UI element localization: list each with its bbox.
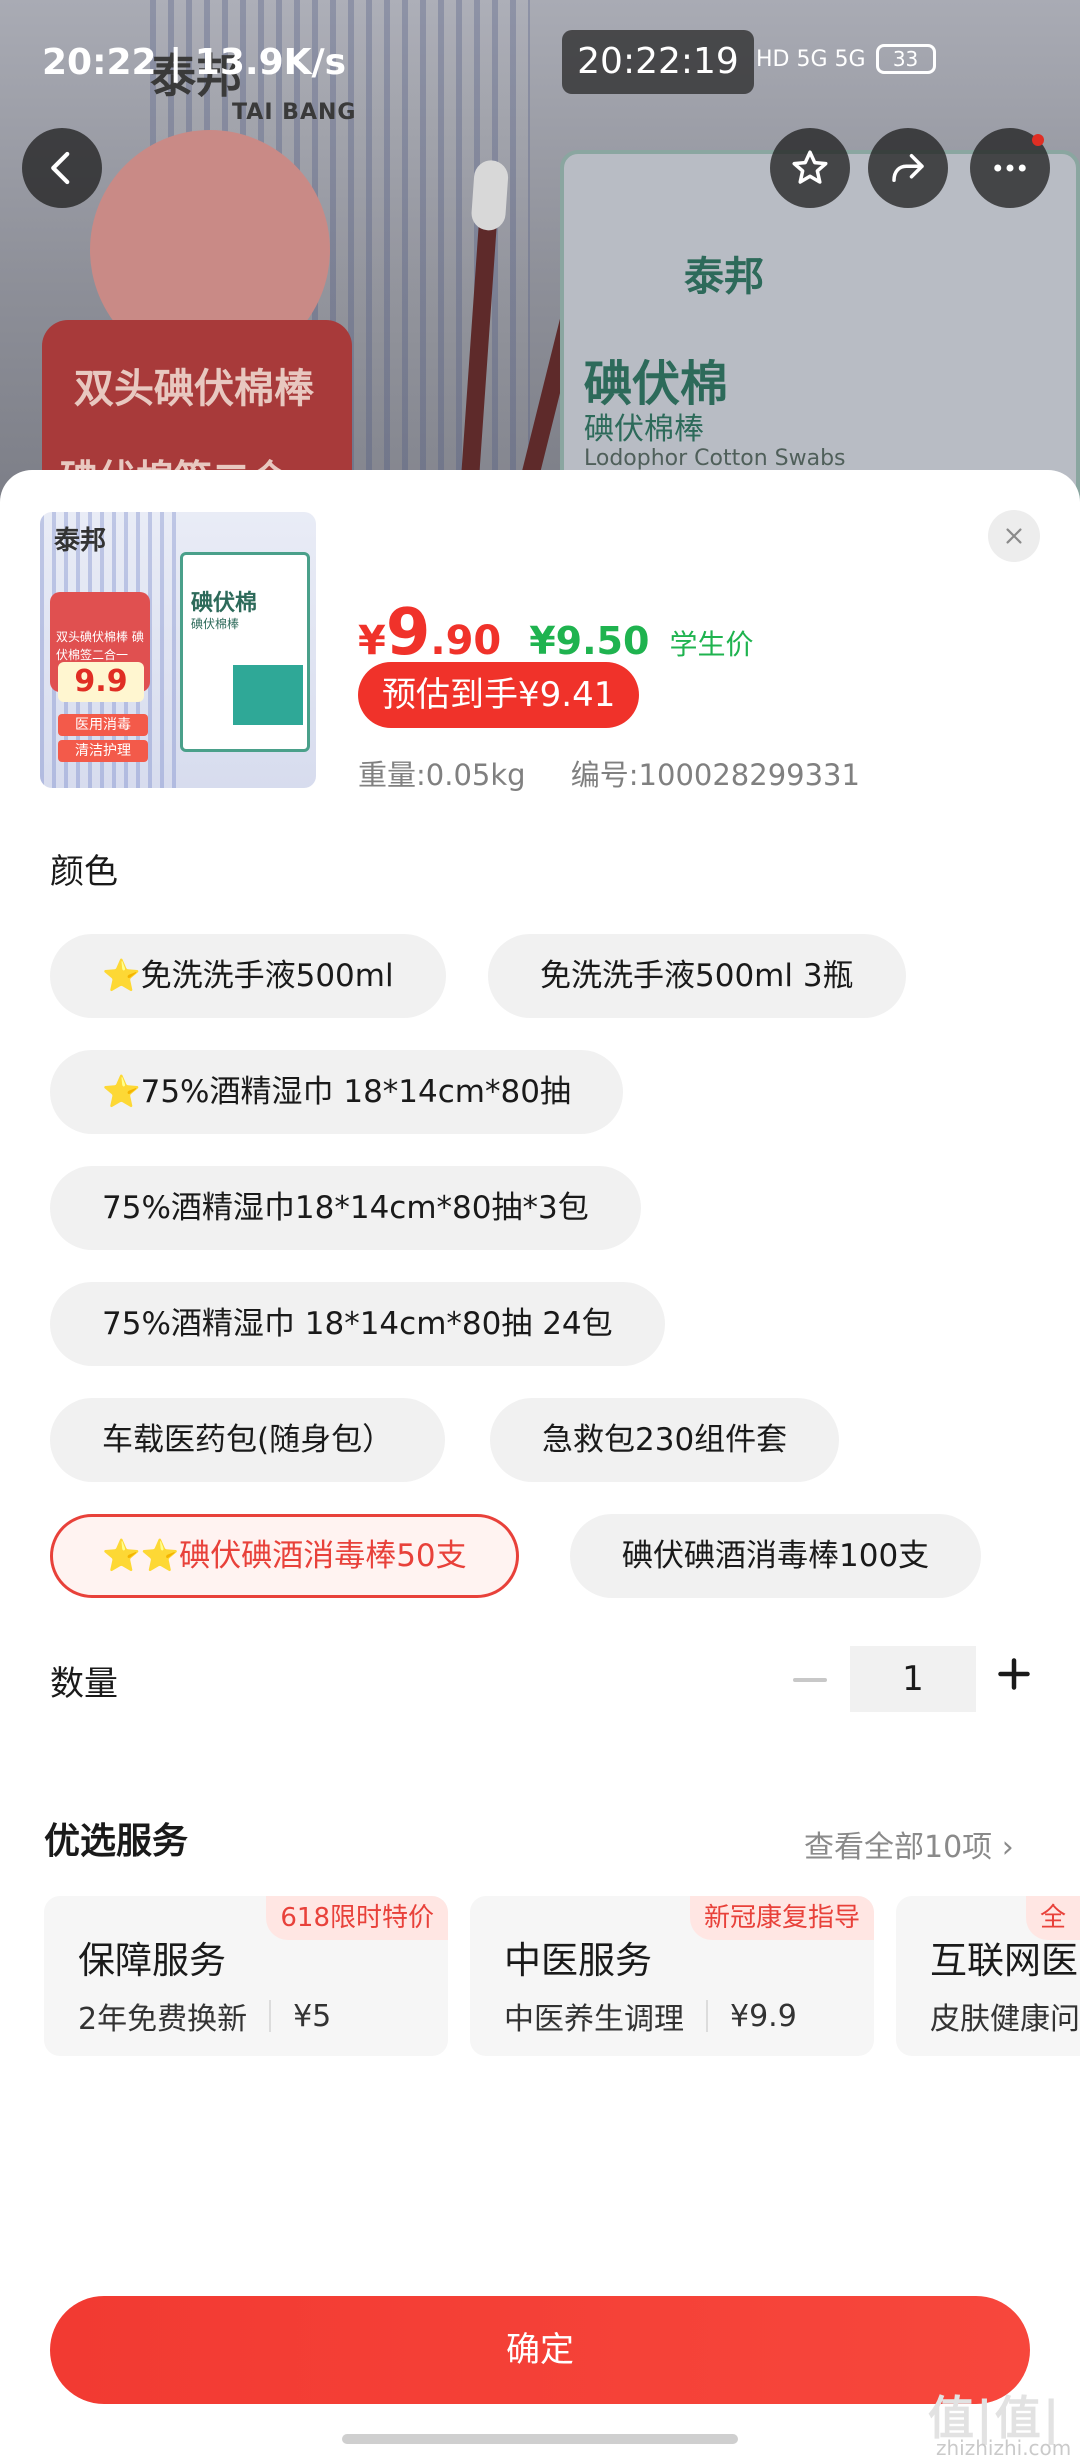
- product-thumbnail: 泰邦 碘伏棉 碘伏棉棒 双头碘伏棉棒 碘伏棉签二合一 9.9 医用消毒 清洁护理: [40, 512, 316, 788]
- home-indicator[interactable]: [342, 2434, 738, 2444]
- service-desc-row: 皮肤健康问: [930, 1994, 1080, 2038]
- thumbnail-price: 9.9: [58, 662, 144, 702]
- color-option[interactable]: ⭐75%酒精湿巾 18*14cm*80抽: [50, 1050, 623, 1134]
- color-option-label: 急救包230组件套: [542, 1422, 788, 1458]
- services-view-all-link[interactable]: 查看全部10项 ›: [804, 1822, 1014, 1866]
- divider: [706, 2000, 708, 2032]
- star-icon: ⭐⭐: [102, 1538, 180, 1574]
- more-button[interactable]: [970, 128, 1050, 208]
- service-desc: 中医养生调理: [504, 2002, 684, 2037]
- close-icon: [1006, 528, 1022, 544]
- thumbnail-banner-text: 双头碘伏棉棒 碘伏棉签二合一: [56, 630, 144, 662]
- thumbnail-brand: 泰邦: [54, 526, 107, 556]
- color-option[interactable]: 碘伏碘酒消毒棒100支: [570, 1514, 982, 1598]
- thumbnail-box: 碘伏棉 碘伏棉棒: [180, 552, 310, 752]
- student-price: ¥9.50: [529, 619, 650, 663]
- chevron-left-icon: [51, 151, 70, 185]
- color-option-label: 75%酒精湿巾 18*14cm*80抽 24包: [102, 1306, 613, 1342]
- color-option-label: 免洗洗手液500ml: [140, 958, 394, 994]
- background-box-sub: 碘伏棉棒: [584, 412, 704, 447]
- service-name: 中医服务: [504, 1939, 652, 1982]
- color-section-title: 颜色: [50, 852, 118, 892]
- price-integer: 9: [385, 596, 431, 670]
- service-desc-row: 中医养生调理 ¥9.9: [504, 1994, 797, 2038]
- quantity-title: 数量: [50, 1664, 118, 1704]
- service-desc: 皮肤健康问: [930, 2002, 1080, 2037]
- close-button[interactable]: [988, 510, 1040, 562]
- background-box-brand: 泰邦: [684, 254, 764, 300]
- color-option-label: 75%酒精湿巾 18*14cm*80抽: [140, 1074, 571, 1110]
- service-card[interactable]: 全 互联网医 皮肤健康问: [896, 1896, 1080, 2056]
- thumbnail-box-name: 碘伏棉: [191, 591, 258, 616]
- sku-selector-sheet: 泰邦 碘伏棉 碘伏棉棒 双头碘伏棉棒 碘伏棉签二合一 9.9 医用消毒 清洁护理…: [0, 470, 1080, 2460]
- decrement-button[interactable]: [790, 1660, 830, 1700]
- color-option[interactable]: 车载医药包(随身包）: [50, 1398, 446, 1482]
- service-name: 互联网医: [930, 1939, 1078, 1982]
- color-option[interactable]: 75%酒精湿巾18*14cm*80抽*3包: [50, 1166, 641, 1250]
- confirm-button[interactable]: 确定: [50, 2296, 1030, 2404]
- color-option[interactable]: 急救包230组件套: [490, 1398, 840, 1482]
- color-option[interactable]: 75%酒精湿巾 18*14cm*80抽 24包: [50, 1282, 665, 1366]
- product-meta: 重量:0.05kg 编号:100028299331: [358, 752, 860, 794]
- services-title: 优选服务: [44, 1821, 189, 1862]
- service-desc-row: 2年免费换新 ¥5: [78, 1994, 331, 2038]
- service-name: 保障服务: [78, 1939, 226, 1982]
- status-time-speed: 20:22 | 13.9K/s: [42, 42, 347, 83]
- share-icon: [892, 154, 924, 182]
- thumbnail-tag: 医用消毒: [58, 714, 148, 736]
- service-price: ¥9.9: [730, 1998, 797, 2034]
- estimated-price-badge: 预估到手¥9.41: [358, 662, 640, 728]
- increment-button[interactable]: [996, 1656, 1032, 1692]
- thumbnail-tag: 清洁护理: [58, 740, 148, 762]
- share-button[interactable]: [868, 128, 948, 208]
- color-option-label: 75%酒精湿巾18*14cm*80抽*3包: [102, 1190, 589, 1226]
- service-badge: 618限时特价: [266, 1896, 448, 1940]
- student-price-label: 学生价: [669, 628, 754, 661]
- background-brand-en: TAI BANG: [232, 100, 357, 125]
- color-option[interactable]: ⭐免洗洗手液500ml: [50, 934, 446, 1018]
- service-badge: 新冠康复指导: [689, 1896, 874, 1940]
- battery-icon: 33: [875, 44, 936, 74]
- favorite-button[interactable]: [770, 128, 850, 208]
- notification-dot: [1032, 134, 1044, 146]
- divider: [269, 2000, 272, 2032]
- service-card[interactable]: 618限时特价 保障服务 2年免费换新 ¥5: [44, 1896, 448, 2056]
- status-icons: HD 5G 5G 33: [756, 44, 936, 74]
- watermark-url: zhizhizhi.com: [936, 2436, 1072, 2460]
- color-option-label: 碘伏碘酒消毒棒50支: [179, 1538, 467, 1574]
- color-option[interactable]: 免洗洗手液500ml 3瓶: [488, 934, 906, 1018]
- quantity-input[interactable]: 1: [850, 1646, 976, 1712]
- price-currency: ¥: [358, 618, 386, 664]
- star-icon: [792, 150, 828, 184]
- status-bar: 20:22 | 13.9K/s 20:22:19 HD 5G 5G 33: [0, 30, 1080, 100]
- service-price: ¥5: [293, 1998, 332, 2034]
- background-box-en: Lodophor Cotton Swabs: [584, 446, 846, 471]
- background-banner-line1: 双头碘伏棉棒: [74, 366, 314, 412]
- thumbnail-box-sub: 碘伏棉棒: [191, 617, 240, 631]
- price-decimal: .90: [430, 618, 502, 664]
- service-desc: 2年免费换新: [78, 2002, 248, 2037]
- color-option-label: 碘伏碘酒消毒棒100支: [622, 1538, 930, 1574]
- status-clock: 20:22:19: [562, 30, 754, 94]
- star-icon: ⭐: [102, 958, 141, 994]
- star-icon: ⭐: [102, 1074, 141, 1110]
- product-sku-number: 编号:100028299331: [570, 758, 860, 792]
- more-dots-icon: [994, 164, 1026, 172]
- color-option-selected[interactable]: ⭐⭐碘伏碘酒消毒棒50支: [50, 1514, 519, 1598]
- thumbnail-box-art: [233, 665, 303, 725]
- back-button[interactable]: [22, 128, 102, 208]
- color-option-label: 免洗洗手液500ml 3瓶: [540, 958, 854, 994]
- service-card[interactable]: 新冠康复指导 中医服务 中医养生调理 ¥9.9: [470, 1896, 874, 2056]
- product-weight: 重量:0.05kg: [358, 758, 526, 792]
- network-icon: HD 5G 5G: [756, 46, 866, 72]
- color-option-label: 车载医药包(随身包）: [102, 1422, 394, 1458]
